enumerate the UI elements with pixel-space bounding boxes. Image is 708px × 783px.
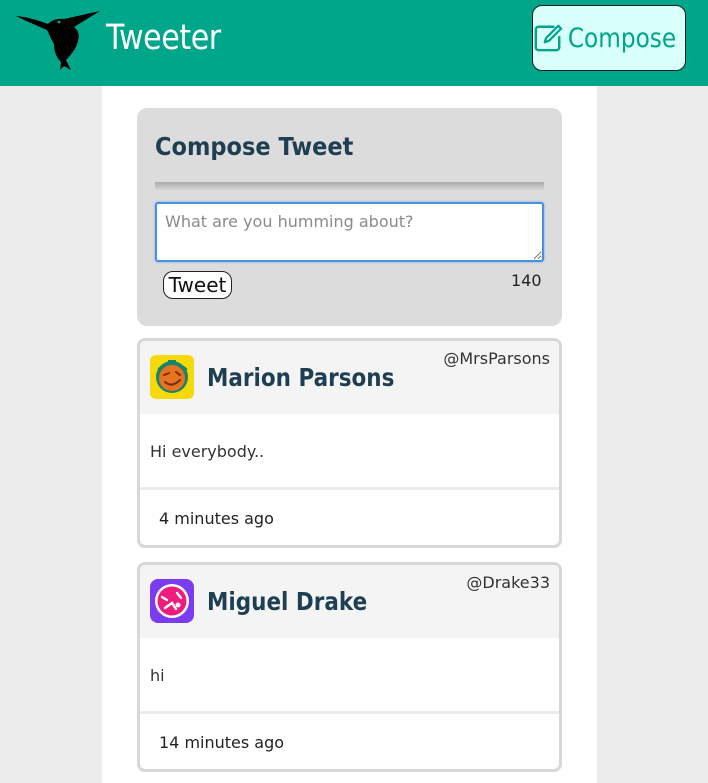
compose-tweet-panel: Compose Tweet Tweet 140 <box>137 108 562 326</box>
tweet-timestamp: 14 minutes ago <box>159 733 285 752</box>
tweet-text: hi <box>150 666 165 685</box>
tweet-card: Marion Parsons @MrsParsons Hi everybody.… <box>137 338 562 548</box>
tweet-author-name: Marion Parsons <box>207 363 395 392</box>
tweet-header: Marion Parsons @MrsParsons <box>140 341 559 414</box>
character-counter: 140 <box>511 271 542 290</box>
hummingbird-icon <box>16 11 100 70</box>
compose-divider <box>155 182 544 190</box>
avatar <box>150 579 194 623</box>
compose-title: Compose Tweet <box>155 132 354 161</box>
tweet-divider <box>140 711 559 714</box>
tweet-text: Hi everybody.. <box>150 442 265 461</box>
tweet-author-handle[interactable]: @Drake33 <box>466 573 550 592</box>
tweet-author-name: Miguel Drake <box>207 587 368 616</box>
compose-button[interactable]: Compose <box>532 5 686 71</box>
top-navbar: Tweeter Compose <box>0 0 708 86</box>
tweet-divider <box>140 487 559 490</box>
compose-button-label: Compose <box>567 22 677 54</box>
tweet-button[interactable]: Tweet <box>163 271 232 299</box>
brand-title: Tweeter <box>106 18 221 58</box>
tweet-timestamp: 4 minutes ago <box>159 509 274 528</box>
tweet-header: Miguel Drake @Drake33 <box>140 565 559 638</box>
avatar <box>150 355 194 399</box>
tweet-card: Miguel Drake @Drake33 hi 14 minutes ago <box>137 562 562 772</box>
tweet-input[interactable] <box>155 202 544 262</box>
edit-icon <box>534 24 563 52</box>
tweet-author-handle[interactable]: @MrsParsons <box>443 349 550 368</box>
